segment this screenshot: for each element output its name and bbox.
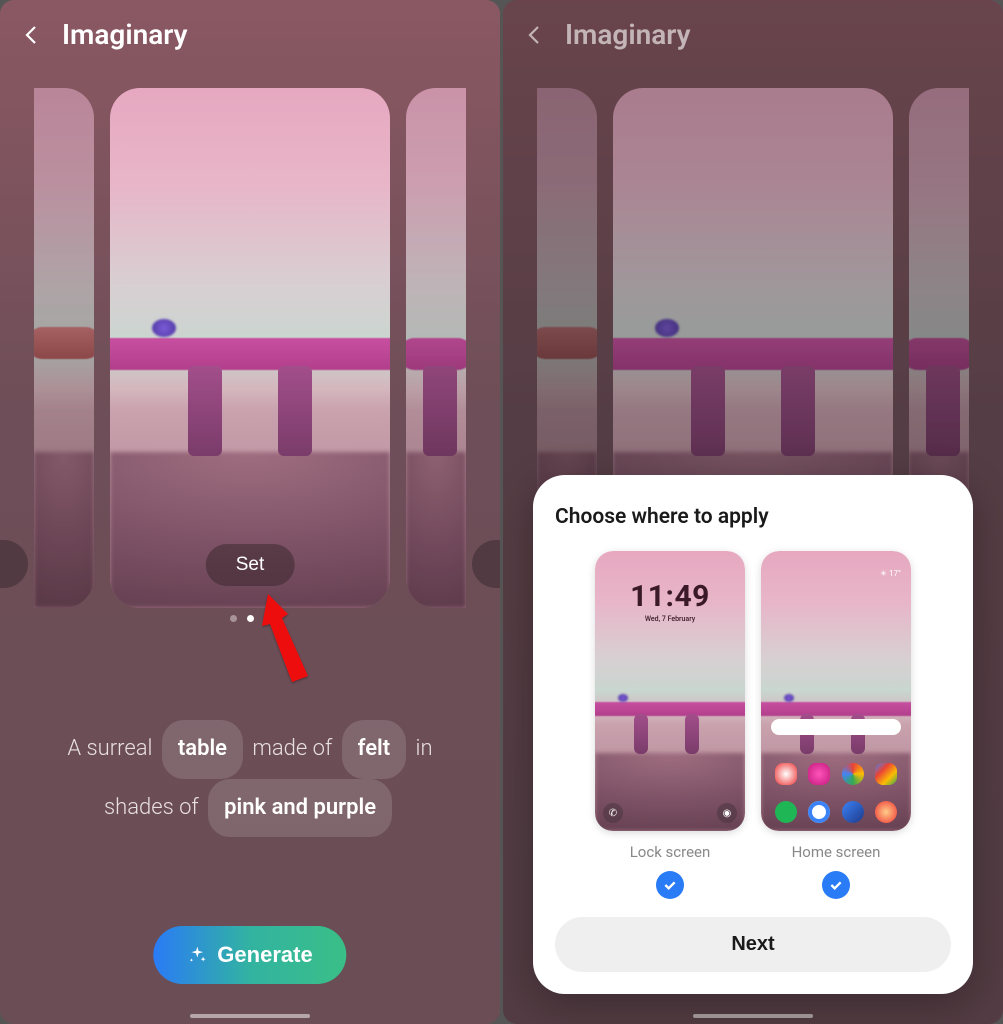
app-icon — [808, 763, 830, 785]
set-button[interactable]: Set — [206, 544, 295, 586]
lock-clock: 11:49 Wed, 7 February — [595, 579, 745, 623]
camera-icon: ◉ — [717, 803, 737, 823]
app-icon — [875, 763, 897, 785]
home-checkbox[interactable] — [822, 871, 850, 899]
next-button[interactable]: Next — [555, 917, 951, 972]
messages-app-icon — [808, 801, 830, 823]
home-indicator-left — [190, 1014, 310, 1018]
back-icon[interactable] — [20, 23, 44, 47]
app-icon — [842, 763, 864, 785]
prompt-chip-color[interactable]: pink and purple — [208, 779, 392, 838]
home-label: Home screen — [761, 843, 911, 861]
modal-title: Choose where to apply — [555, 505, 951, 529]
option-lock-screen[interactable]: 11:49 Wed, 7 February ✆ ◉ Lock screen — [595, 551, 745, 899]
wallpaper-card-next[interactable] — [406, 88, 466, 608]
home-apps-row — [769, 763, 903, 785]
header-right: Imaginary — [523, 18, 691, 51]
panel-apply-dialog: Imaginary Choose where to apply 11:49 We… — [503, 0, 1003, 1024]
dot-2 — [247, 615, 254, 622]
panel-preview: Imaginary Set — [0, 0, 500, 1024]
page-title-left: Imaginary — [62, 18, 188, 51]
check-icon — [662, 877, 678, 893]
lock-time: 11:49 — [595, 579, 745, 614]
wallpaper-carousel[interactable]: Set — [0, 85, 500, 611]
app-icon — [775, 763, 797, 785]
generate-label: Generate — [217, 942, 312, 968]
lock-date: Wed, 7 February — [595, 615, 745, 623]
check-icon — [828, 877, 844, 893]
wallpaper-card-current[interactable]: Set — [110, 88, 390, 608]
browser-app-icon — [842, 801, 864, 823]
camera-app-icon — [875, 801, 897, 823]
prompt-chip-object[interactable]: table — [162, 720, 243, 779]
lock-screen-preview: 11:49 Wed, 7 February ✆ ◉ — [595, 551, 745, 831]
lock-checkbox[interactable] — [656, 871, 684, 899]
home-dock — [769, 801, 903, 823]
annotation-arrow-icon — [262, 590, 332, 690]
home-screen-preview: ☀ 17° — [761, 551, 911, 831]
header: Imaginary — [20, 18, 188, 51]
back-icon[interactable] — [523, 23, 547, 47]
weather-widget: ☀ 17° — [880, 569, 901, 578]
phone-app-icon — [775, 801, 797, 823]
wallpaper-card-prev[interactable] — [34, 88, 94, 608]
page-dots — [0, 615, 500, 622]
generate-button[interactable]: Generate — [153, 926, 346, 984]
search-bar-preview — [771, 719, 901, 735]
apply-options: 11:49 Wed, 7 February ✆ ◉ Lock screen ☀ — [555, 551, 951, 899]
phone-icon: ✆ — [603, 803, 623, 823]
prompt-seg-2: made of — [252, 736, 332, 761]
option-home-screen[interactable]: ☀ 17° Home screen — [761, 551, 911, 899]
page-title-right: Imaginary — [565, 18, 691, 51]
prompt-seg-1: A surreal — [67, 736, 152, 761]
apply-modal: Choose where to apply 11:49 Wed, 7 Febru… — [533, 475, 973, 994]
sparkle-icon — [187, 945, 207, 965]
prompt-seg-4: shades of — [104, 795, 199, 820]
home-indicator-right — [693, 1014, 813, 1018]
prompt-chip-material[interactable]: felt — [342, 720, 407, 779]
prompt-text: A surreal table made of felt in shades o… — [20, 720, 480, 837]
lock-label: Lock screen — [595, 843, 745, 861]
prompt-seg-3: in — [416, 736, 433, 761]
dot-1 — [230, 615, 237, 622]
